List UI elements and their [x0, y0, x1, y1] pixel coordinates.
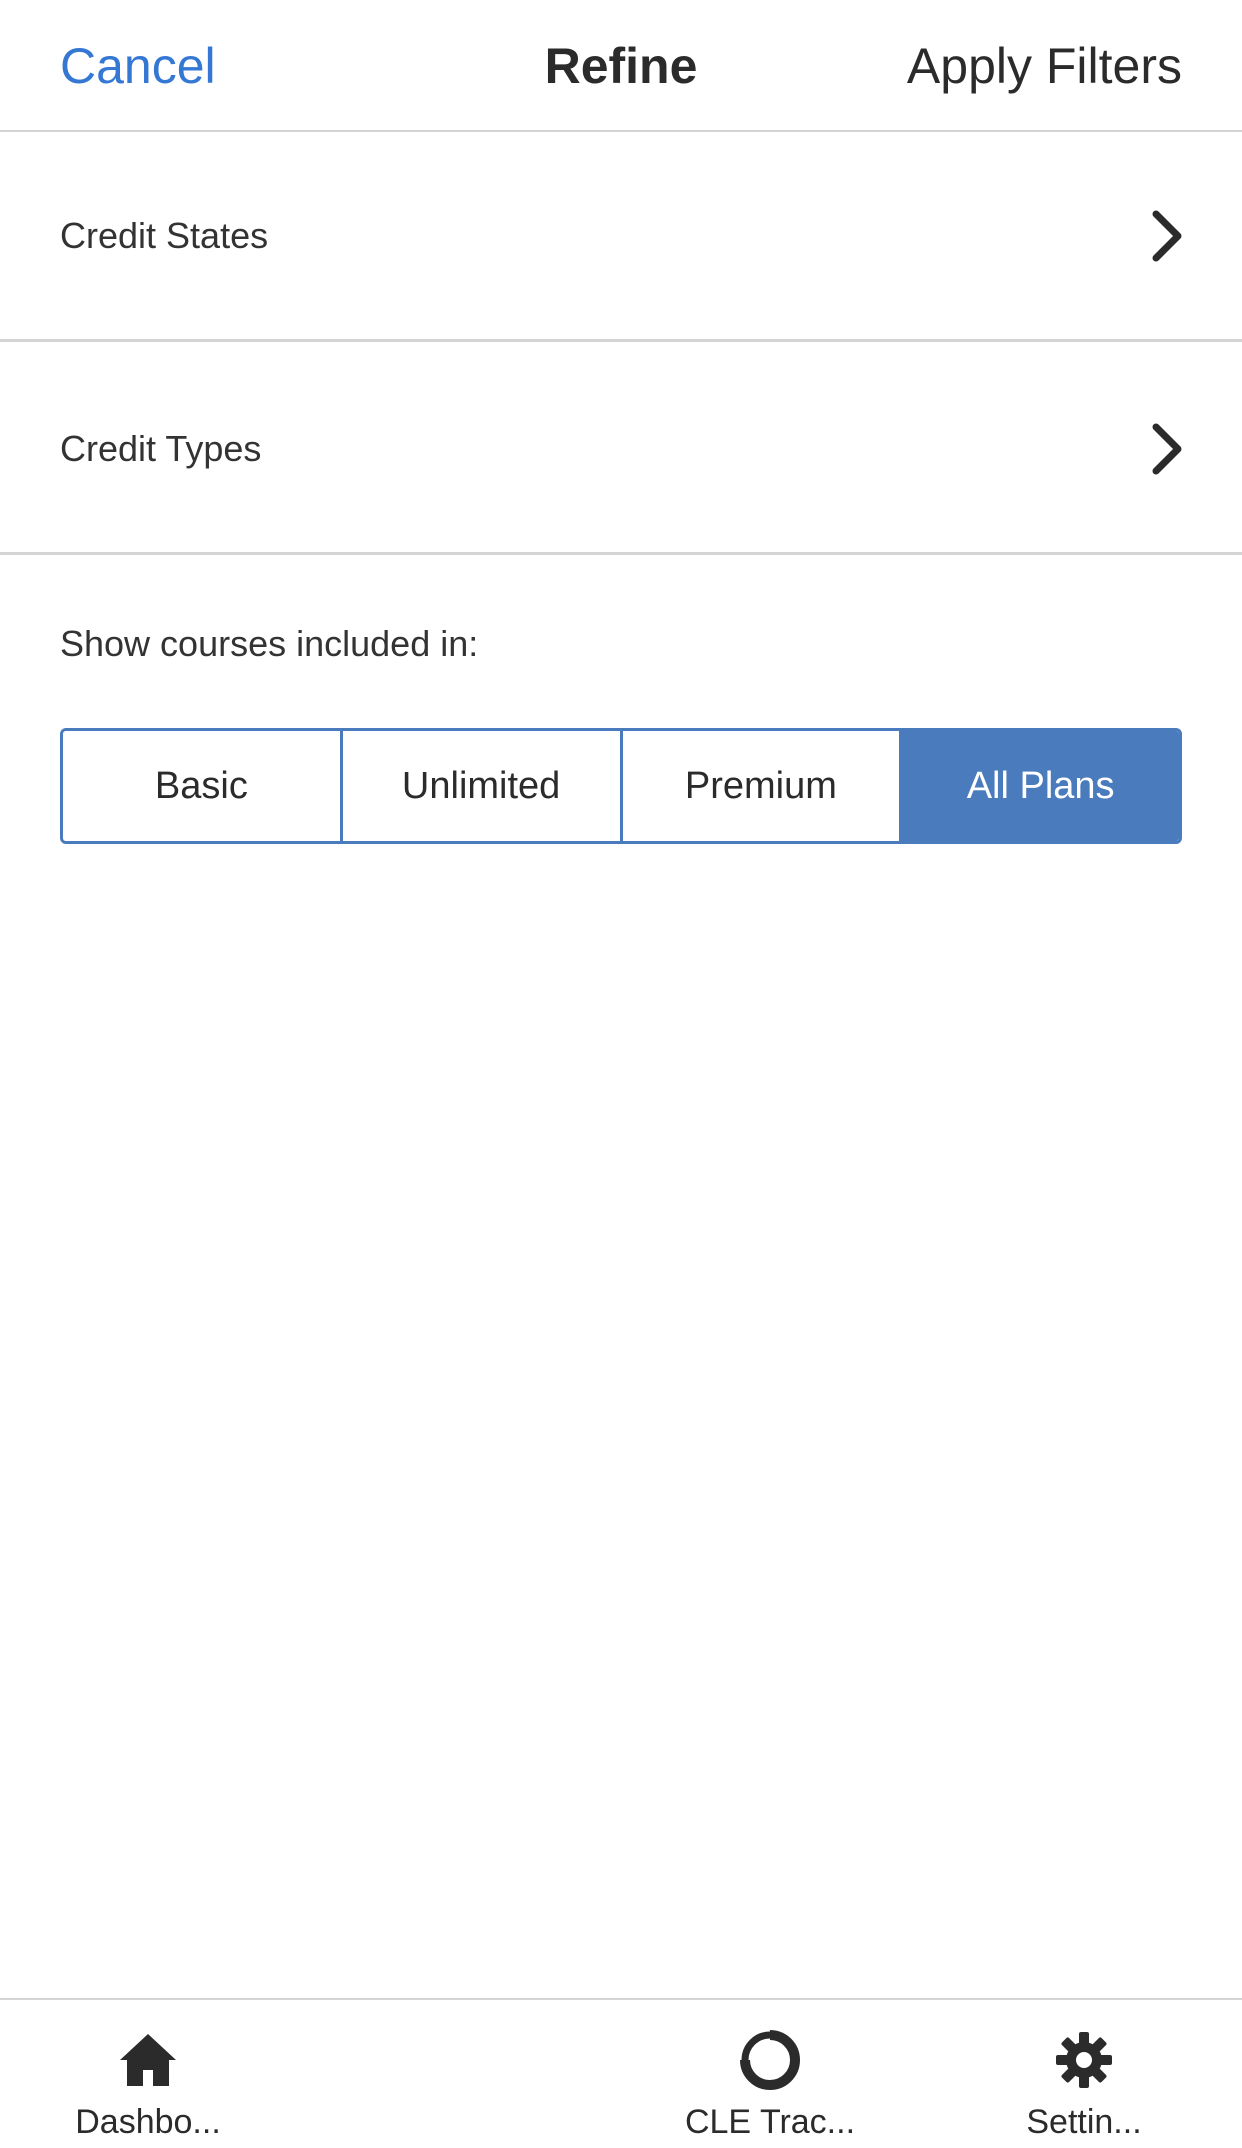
tab-bar: Dashbo... CLE Trac... Settin... [0, 1998, 1242, 2148]
segment-unlimited[interactable]: Unlimited [342, 731, 623, 841]
plan-segmented-control: Basic Unlimited Premium All Plans [60, 728, 1182, 844]
progress-ring-icon [740, 2030, 800, 2090]
chevron-right-icon [1152, 210, 1182, 261]
tab-cle-tracker[interactable]: CLE Trac... [650, 2000, 890, 2148]
tab-settings[interactable]: Settin... [964, 2000, 1204, 2148]
credit-types-row[interactable]: Credit Types [0, 345, 1242, 555]
chevron-right-icon [1152, 423, 1182, 474]
navigation-bar: Cancel Refine Apply Filters [0, 0, 1242, 132]
gear-icon [1056, 2032, 1112, 2088]
cancel-button[interactable]: Cancel [60, 34, 216, 98]
segment-all-plans[interactable]: All Plans [902, 731, 1179, 841]
tab-cle-tracker-label: CLE Trac... [684, 2103, 856, 2141]
tab-dashboard[interactable]: Dashbo... [28, 2000, 268, 2148]
tab-dashboard-label: Dashbo... [75, 2103, 221, 2141]
apply-filters-button[interactable]: Apply Filters [907, 34, 1182, 98]
tab-settings-label: Settin... [1026, 2103, 1142, 2141]
credit-types-label: Credit Types [60, 427, 262, 469]
segment-premium[interactable]: Premium [622, 731, 903, 841]
home-icon [120, 2034, 176, 2086]
credit-states-row[interactable]: Credit States [0, 132, 1242, 342]
credit-states-label: Credit States [60, 214, 269, 256]
show-courses-label: Show courses included in: [60, 623, 479, 664]
segment-basic[interactable]: Basic [63, 731, 343, 841]
